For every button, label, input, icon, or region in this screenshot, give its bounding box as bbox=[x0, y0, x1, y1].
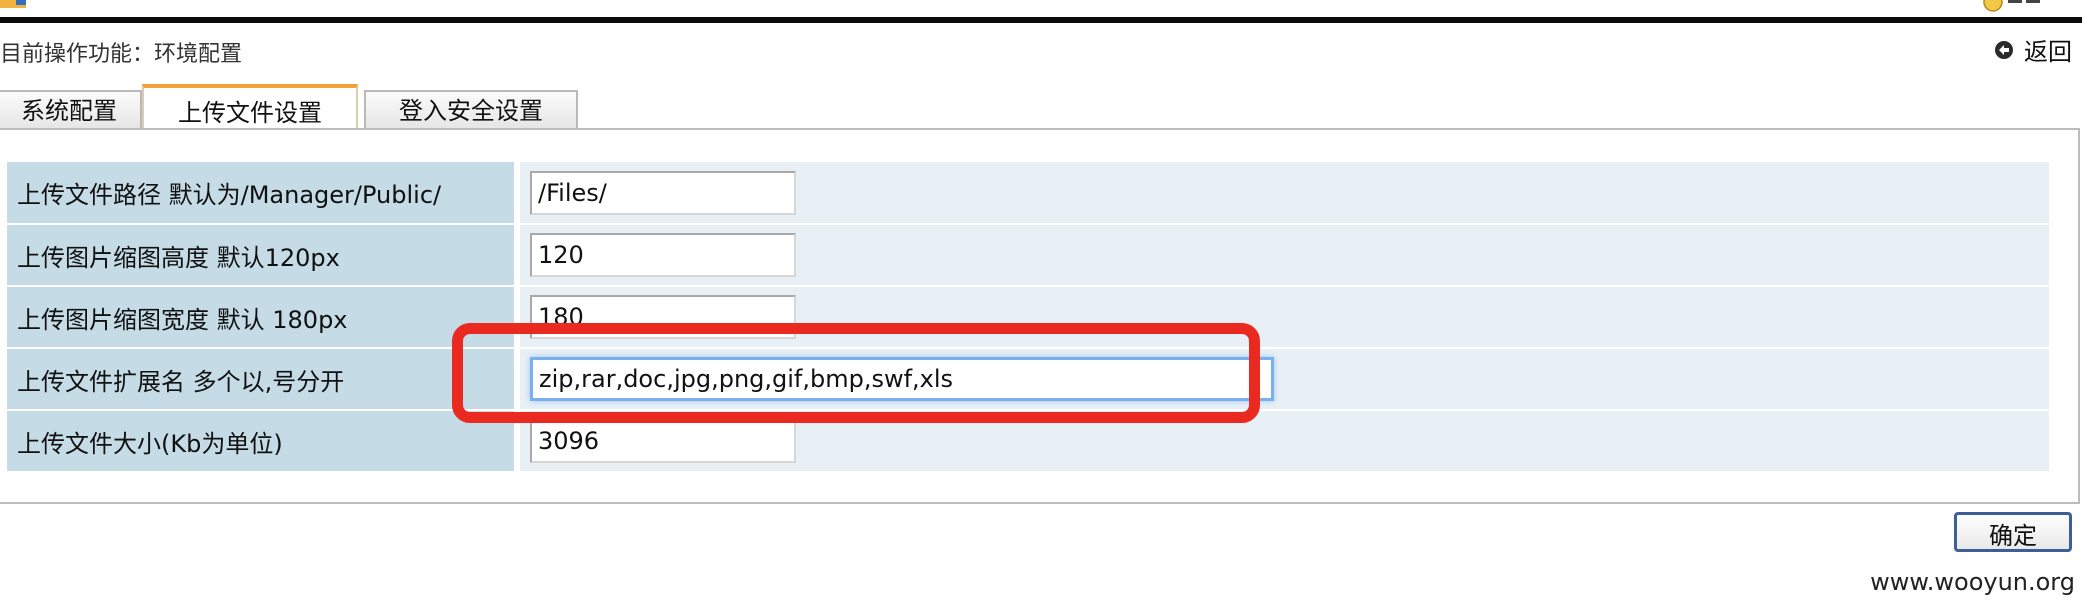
confirm-button[interactable]: 确定 bbox=[1954, 512, 2072, 552]
watermark: www.wooyun.org bbox=[1870, 568, 2075, 596]
header-divider bbox=[0, 17, 2082, 23]
back-link[interactable]: 返回 bbox=[1994, 32, 2072, 67]
user-area[interactable] bbox=[1982, 0, 2042, 12]
form-row-thumb-height: 上传图片缩图高度 默认120px bbox=[7, 224, 2049, 287]
thumb-width-input[interactable] bbox=[530, 295, 796, 339]
extensions-label: 上传文件扩展名 多个以,号分开 bbox=[7, 348, 520, 411]
upload-path-label: 上传文件路径 默认为/Manager/Public/ bbox=[7, 162, 520, 225]
current-function-label: 目前操作功能：环境配置 bbox=[0, 42, 243, 67]
tab-login-security[interactable]: 登入安全设置 bbox=[364, 90, 578, 128]
settings-form: 上传文件路径 默认为/Manager/Public/ 上传图片缩图高度 默认12… bbox=[7, 162, 2049, 473]
user-name-fragment bbox=[2008, 0, 2040, 3]
file-size-label: 上传文件大小(Kb为单位) bbox=[7, 410, 520, 473]
form-row-thumb-width: 上传图片缩图宽度 默认 180px bbox=[7, 286, 2049, 349]
thumb-height-label: 上传图片缩图高度 默认120px bbox=[7, 224, 520, 287]
logo-icon bbox=[0, 0, 26, 8]
back-label: 返回 bbox=[2024, 38, 2072, 66]
user-icon bbox=[1983, 0, 2003, 12]
extensions-input[interactable] bbox=[530, 357, 1274, 401]
settings-panel: 上传文件路径 默认为/Manager/Public/ 上传图片缩图高度 默认12… bbox=[0, 128, 2080, 504]
file-size-input[interactable] bbox=[530, 419, 796, 463]
thumb-height-input[interactable] bbox=[530, 233, 796, 277]
tab-system-config[interactable]: 系统配置 bbox=[0, 90, 142, 128]
back-arrow-icon bbox=[1995, 40, 2013, 59]
upload-path-input[interactable] bbox=[530, 170, 796, 215]
form-row-extensions: 上传文件扩展名 多个以,号分开 bbox=[7, 348, 2049, 411]
thumb-width-label: 上传图片缩图宽度 默认 180px bbox=[7, 286, 520, 349]
tab-upload-settings[interactable]: 上传文件设置 bbox=[142, 84, 358, 134]
form-row-file-size: 上传文件大小(Kb为单位) bbox=[7, 410, 2049, 473]
form-row-upload-path: 上传文件路径 默认为/Manager/Public/ bbox=[7, 162, 2049, 225]
